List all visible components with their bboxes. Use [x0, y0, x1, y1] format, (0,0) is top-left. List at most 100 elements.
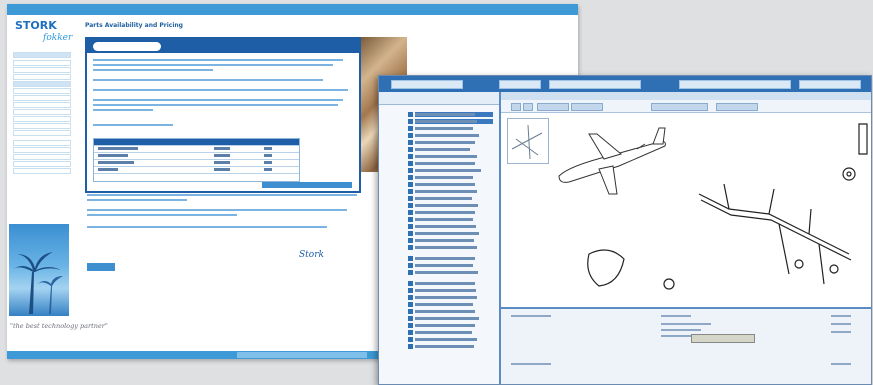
toolbar-button[interactable] [716, 103, 758, 111]
tree-node[interactable] [408, 168, 493, 173]
tree-node[interactable] [408, 302, 493, 307]
drawing-thumbnail[interactable] [507, 118, 549, 164]
text-line [93, 109, 153, 111]
list-item[interactable] [661, 315, 691, 317]
sidebar-item[interactable] [13, 147, 71, 153]
tree-node[interactable] [408, 217, 493, 222]
top-navigation-bar [7, 4, 578, 15]
sidebar-item[interactable] [13, 140, 71, 146]
stork-fokker-logo[interactable]: STORK fokker [15, 18, 79, 42]
exploded-parts-drawing[interactable] [549, 114, 869, 304]
filter-field[interactable] [799, 80, 861, 89]
illustrated-parts-catalog-window [378, 75, 872, 385]
tree-node[interactable] [408, 263, 493, 268]
tree-node[interactable] [408, 112, 493, 117]
tree-node[interactable] [408, 288, 493, 293]
list-item[interactable] [661, 335, 691, 337]
list-item[interactable] [661, 323, 711, 325]
filter-field[interactable] [549, 80, 641, 89]
table-row [94, 167, 299, 174]
panel-tab[interactable] [93, 42, 161, 51]
tree-node[interactable] [408, 238, 493, 243]
panel-action-button[interactable] [262, 182, 352, 188]
node-icon [408, 161, 413, 166]
tree-node[interactable] [408, 210, 493, 215]
node-icon [408, 245, 413, 250]
export-button[interactable] [571, 103, 603, 111]
footer-links[interactable] [237, 352, 367, 358]
tree-node[interactable] [408, 337, 493, 342]
list-item[interactable] [831, 331, 851, 333]
parts-availability-panel [85, 37, 361, 193]
sidebar-item[interactable] [13, 67, 71, 73]
tree-node[interactable] [408, 295, 493, 300]
tree-node[interactable] [408, 119, 493, 124]
filter-field[interactable] [499, 80, 541, 89]
sidebar-item[interactable] [13, 52, 71, 58]
sidebar-item[interactable] [13, 74, 71, 80]
nav-item[interactable] [197, 6, 235, 13]
sidebar-item[interactable] [13, 60, 71, 66]
tree-node[interactable] [408, 182, 493, 187]
node-icon [408, 309, 413, 314]
tree-node[interactable] [408, 245, 493, 250]
tree-node[interactable] [408, 344, 493, 349]
list-item[interactable] [831, 363, 851, 365]
sidebar-item[interactable] [13, 102, 71, 108]
tree-node[interactable] [408, 154, 493, 159]
table-row [94, 146, 299, 153]
filter-field[interactable] [679, 80, 791, 89]
sidebar-item[interactable] [13, 168, 71, 174]
tree-node[interactable] [408, 330, 493, 335]
list-item[interactable] [831, 323, 851, 325]
tree-node[interactable] [408, 147, 493, 152]
node-icon [408, 288, 413, 293]
tree-node[interactable] [408, 189, 493, 194]
text-line [93, 104, 338, 106]
tree-header [379, 92, 499, 105]
sidebar-item[interactable] [13, 81, 71, 87]
zoom-in-button[interactable] [511, 103, 521, 111]
tree-node[interactable] [408, 140, 493, 145]
list-item[interactable] [661, 329, 701, 331]
sidebar-item[interactable] [13, 88, 71, 94]
tree-node[interactable] [408, 323, 493, 328]
text-line [93, 59, 343, 61]
zoom-out-button[interactable] [523, 103, 533, 111]
tree-node[interactable] [408, 161, 493, 166]
sidebar-item[interactable] [13, 161, 71, 167]
tree-node[interactable] [408, 231, 493, 236]
nav-item[interactable] [337, 6, 405, 13]
print-button[interactable] [537, 103, 569, 111]
text-line [93, 99, 343, 101]
submit-button[interactable] [87, 263, 115, 271]
nav-item[interactable] [97, 6, 145, 13]
sidebar-item[interactable] [13, 116, 71, 122]
text-line [93, 69, 213, 71]
tree-node[interactable] [408, 270, 493, 275]
list-item[interactable] [511, 363, 551, 365]
sidebar-item[interactable] [13, 130, 71, 136]
tree-node[interactable] [408, 203, 493, 208]
tree-node[interactable] [408, 133, 493, 138]
palm-tree-icon [11, 252, 63, 314]
tree-node[interactable] [408, 126, 493, 131]
tree-node[interactable] [408, 316, 493, 321]
toolbar-button[interactable] [651, 103, 708, 111]
sidebar-item[interactable] [13, 95, 71, 101]
list-item[interactable] [831, 315, 851, 317]
tree-node[interactable] [408, 196, 493, 201]
nav-item[interactable] [255, 6, 323, 13]
tree-node[interactable] [408, 256, 493, 261]
sidebar-item[interactable] [13, 109, 71, 115]
list-item[interactable] [511, 315, 551, 317]
search-field[interactable] [391, 80, 463, 89]
nav-item[interactable] [425, 6, 483, 13]
sidebar-item[interactable] [13, 123, 71, 129]
tree-node[interactable] [408, 175, 493, 180]
tree-node[interactable] [408, 281, 493, 286]
tree-node[interactable] [408, 224, 493, 229]
sidebar-item[interactable] [13, 154, 71, 160]
tree-node[interactable] [408, 309, 493, 314]
text-line [87, 214, 237, 216]
